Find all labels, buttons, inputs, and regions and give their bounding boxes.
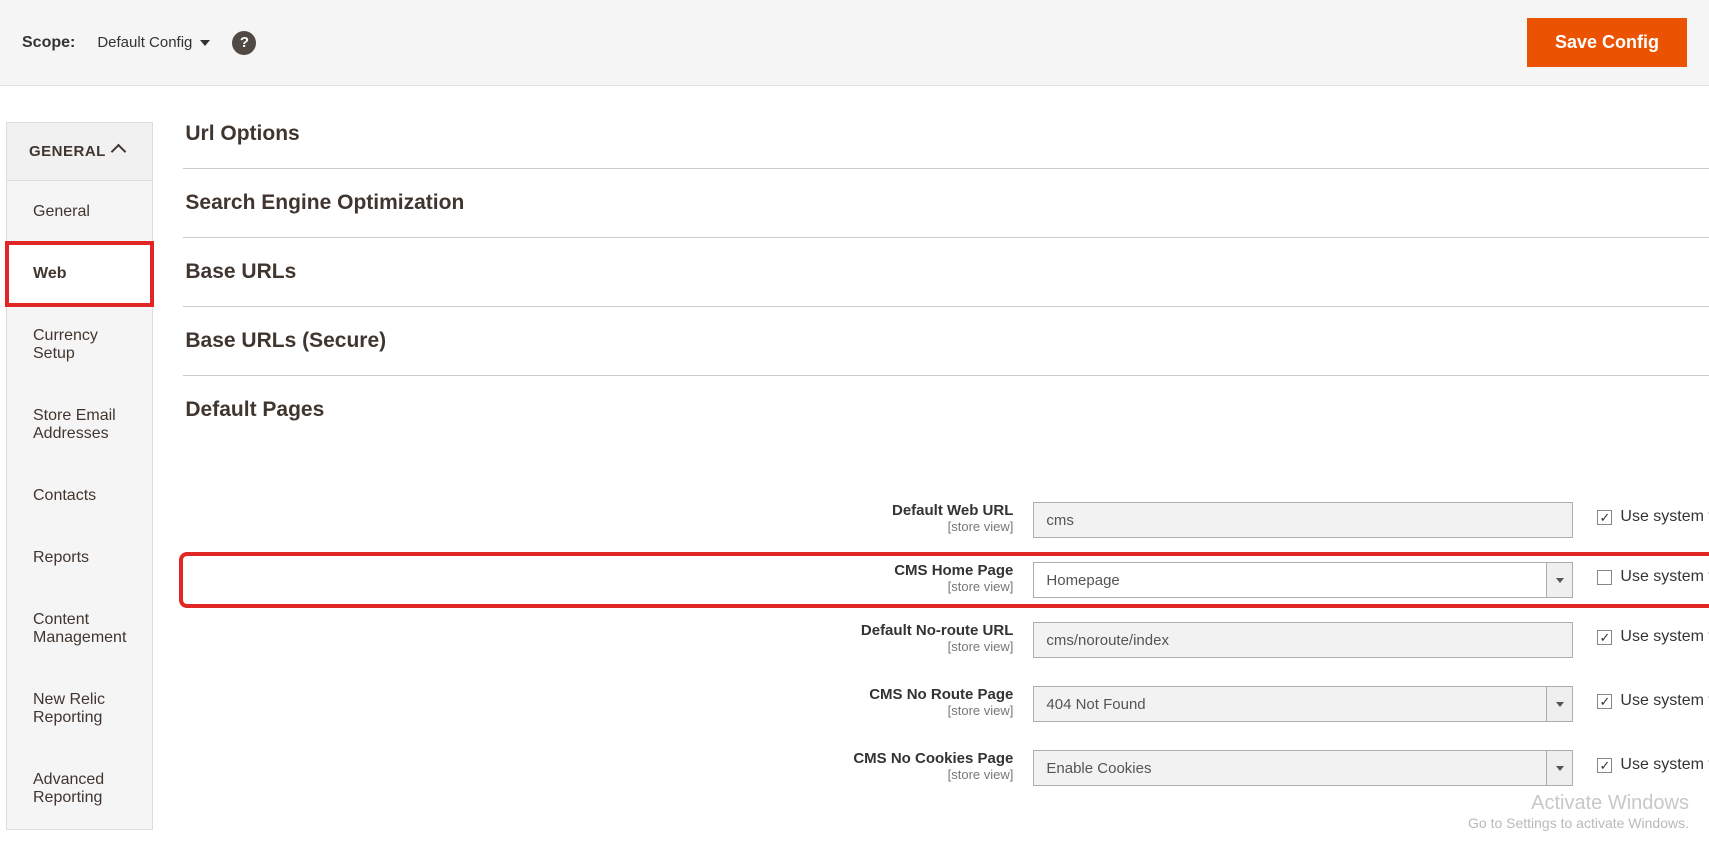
row-cms-noroute-page: CMS No Route Page [store view] 404 Not F…: [183, 676, 1709, 740]
use-system-wrap[interactable]: Use system value: [1573, 686, 1709, 710]
sidebar-item-general[interactable]: General: [7, 181, 152, 243]
select-value: Enable Cookies: [1046, 760, 1151, 777]
field-scope: [store view]: [183, 579, 1013, 594]
section-title: Url Options: [185, 122, 299, 146]
section-seo[interactable]: Search Engine Optimization: [183, 169, 1709, 238]
cms-nocookies-page-select: Enable Cookies: [1033, 750, 1573, 786]
field-label-wrap: CMS No Route Page [store view]: [183, 686, 1033, 718]
field-scope: [store view]: [183, 767, 1013, 782]
field-label: CMS No Cookies Page: [183, 750, 1013, 767]
use-system-wrap[interactable]: Use system value: [1573, 502, 1709, 526]
field-label-wrap: Default Web URL [store view]: [183, 502, 1033, 534]
sidebar-item-content-management[interactable]: Content Management: [7, 589, 152, 669]
scope-value: Default Config: [97, 34, 192, 51]
field-input-wrap: Enable Cookies: [1033, 750, 1573, 786]
content-wrap: GENERAL General Web Currency Setup Store…: [0, 86, 1709, 830]
row-default-noroute: Default No-route URL [store view] Use sy…: [183, 612, 1709, 676]
field-label: CMS No Route Page: [183, 686, 1013, 703]
use-system-checkbox[interactable]: [1597, 510, 1612, 525]
scope-label: Scope:: [22, 34, 75, 52]
field-label: Default Web URL: [183, 502, 1013, 519]
sidebar-item-advanced-reporting[interactable]: Advanced Reporting: [7, 749, 152, 829]
field-label-wrap: Default No-route URL [store view]: [183, 622, 1033, 654]
use-system-wrap[interactable]: Use system value: [1573, 750, 1709, 774]
caret-down-icon: [1556, 766, 1564, 771]
cms-noroute-page-select: 404 Not Found: [1033, 686, 1573, 722]
default-noroute-input: [1033, 622, 1573, 658]
section-title: Default Pages: [185, 398, 324, 422]
sidebar-item-reports[interactable]: Reports: [7, 527, 152, 589]
default-web-url-input: [1033, 502, 1573, 538]
caret-down-icon: [1556, 578, 1564, 583]
sidebar-group-label: GENERAL: [29, 143, 106, 160]
chevron-up-icon: [111, 144, 127, 160]
use-system-label: Use system value: [1620, 568, 1709, 586]
sidebar-item-web[interactable]: Web: [7, 243, 152, 305]
field-label-wrap: CMS No Cookies Page [store view]: [183, 750, 1033, 782]
sidebar: GENERAL General Web Currency Setup Store…: [0, 122, 153, 830]
row-cms-nocookies-page: CMS No Cookies Page [store view] Enable …: [183, 740, 1709, 804]
section-title: Search Engine Optimization: [185, 191, 464, 215]
select-value: 404 Not Found: [1046, 696, 1145, 713]
use-system-checkbox[interactable]: [1597, 694, 1612, 709]
section-default-pages[interactable]: Default Pages: [183, 376, 1709, 444]
section-base-urls[interactable]: Base URLs: [183, 238, 1709, 307]
caret-down-icon: [1556, 702, 1564, 707]
select-caret: [1546, 751, 1572, 785]
sidebar-item-currency-setup[interactable]: Currency Setup: [7, 305, 152, 385]
use-system-label: Use system value: [1620, 628, 1709, 646]
sidebar-group-general[interactable]: GENERAL: [6, 122, 153, 181]
section-title: Base URLs: [185, 260, 296, 284]
use-system-label: Use system value: [1620, 756, 1709, 774]
field-label: CMS Home Page: [183, 562, 1013, 579]
use-system-wrap[interactable]: Use system value: [1573, 562, 1709, 586]
select-caret: [1546, 687, 1572, 721]
section-base-urls-secure[interactable]: Base URLs (Secure): [183, 307, 1709, 376]
field-input-wrap: [1033, 622, 1573, 658]
help-icon[interactable]: ?: [232, 31, 256, 55]
field-scope: [store view]: [183, 519, 1013, 534]
use-system-checkbox[interactable]: [1597, 758, 1612, 773]
topbar-left: Scope: Default Config ?: [22, 31, 256, 55]
topbar: Scope: Default Config ? Save Config: [0, 0, 1709, 86]
select-value: Homepage: [1046, 572, 1119, 589]
field-input-wrap: Homepage: [1033, 562, 1573, 598]
field-scope: [store view]: [183, 639, 1013, 654]
row-show-breadcrumbs: Show Breadcrumbs for CMS Pages [store vi…: [183, 804, 1709, 808]
sidebar-item-store-email[interactable]: Store Email Addresses: [7, 385, 152, 465]
sidebar-item-new-relic[interactable]: New Relic Reporting: [7, 669, 152, 749]
field-input-wrap: [1033, 502, 1573, 538]
main-panel: Url Options Search Engine Optimization B…: [153, 122, 1709, 808]
sidebar-item-contacts[interactable]: Contacts: [7, 465, 152, 527]
select-caret: [1546, 563, 1572, 597]
section-title: Base URLs (Secure): [185, 329, 386, 353]
use-system-label: Use system value: [1620, 508, 1709, 526]
section-url-options[interactable]: Url Options: [183, 122, 1709, 169]
use-system-checkbox[interactable]: [1597, 630, 1612, 645]
row-default-web-url: Default Web URL [store view] Use system …: [183, 492, 1709, 556]
use-system-checkbox[interactable]: [1597, 570, 1612, 585]
field-label: Default No-route URL: [183, 622, 1013, 639]
use-system-label: Use system value: [1620, 692, 1709, 710]
save-config-button[interactable]: Save Config: [1527, 18, 1687, 67]
cms-home-page-select[interactable]: Homepage: [1033, 562, 1573, 598]
field-scope: [store view]: [183, 703, 1013, 718]
field-label-wrap: CMS Home Page [store view]: [183, 562, 1033, 594]
caret-down-icon: [200, 40, 210, 46]
default-pages-form: Default Web URL [store view] Use system …: [183, 444, 1709, 808]
use-system-wrap[interactable]: Use system value: [1573, 622, 1709, 646]
row-cms-home-page: CMS Home Page [store view] Homepage Use …: [183, 556, 1709, 604]
sidebar-items: General Web Currency Setup Store Email A…: [6, 181, 153, 830]
field-input-wrap: 404 Not Found: [1033, 686, 1573, 722]
scope-select[interactable]: Default Config: [97, 34, 210, 51]
